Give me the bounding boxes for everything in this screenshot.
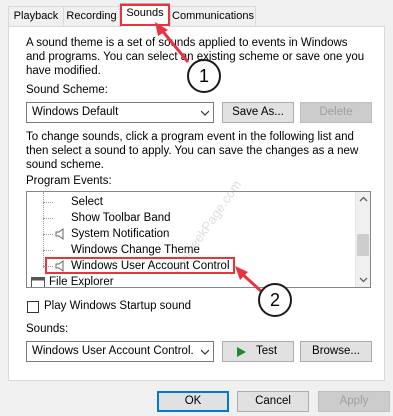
apply-button[interactable]: Apply [318,391,390,412]
sound-scheme-value: Windows Default [32,106,119,118]
tree-line [43,250,53,251]
play-icon [237,347,246,357]
scroll-down-icon[interactable] [359,275,368,284]
chevron-down-icon [201,110,209,116]
tree-line [43,234,53,235]
tab-communications[interactable]: Communications [170,6,256,26]
list-item-label: File Explorer [49,276,114,288]
list-item-label: Show Toolbar Band [71,212,171,224]
chevron-down-icon [201,349,209,355]
list-item-group[interactable]: File Explorer [27,274,355,288]
list-item-label: Select [71,196,103,208]
highlight-box-uac [45,257,235,274]
change-text-line: then select a sound to apply. You can sa… [26,145,359,158]
list-item-label: System Notification [71,228,170,240]
change-text-line: sound scheme. [26,159,104,172]
program-events-label: Program Events: [26,175,112,187]
sounds-value: Windows User Account Control. [32,345,194,357]
intro-text-line: A sound theme is a set of sounds applied… [26,37,348,49]
list-item[interactable]: Select [27,194,355,210]
browse-button[interactable]: Browse... [300,341,372,362]
sounds-select[interactable]: Windows User Account Control. [26,341,214,362]
startup-sound-checkbox[interactable] [27,301,39,313]
tab-playback[interactable]: Playback [8,6,64,26]
change-sounds-text: To change sounds, click a program event … [26,130,358,173]
tree-line [43,202,53,203]
test-button[interactable]: Test [222,341,294,362]
list-item[interactable]: Show Toolbar Band [27,210,355,226]
sounds-label: Sounds: [26,323,69,335]
speaker-icon [55,228,64,240]
callout-1: 1 [187,59,221,93]
highlight-box-sounds-tab [120,4,170,26]
delete-button[interactable]: Delete [300,102,372,123]
change-text-line: To change sounds, click a program event … [26,131,354,143]
ok-button[interactable]: OK [157,391,229,412]
cancel-button[interactable]: Cancel [237,391,309,412]
file-explorer-icon [31,277,45,287]
list-scrollbar[interactable] [355,192,370,287]
save-as-button[interactable]: Save As... [222,102,294,123]
callout-2: 2 [258,283,292,317]
sound-scheme-select[interactable]: Windows Default [26,102,214,123]
tree-line [43,218,53,219]
scrollbar-thumb[interactable] [357,234,369,256]
test-button-label: Test [256,345,278,357]
tab-recording[interactable]: Recording [63,6,120,26]
sound-scheme-label: Sound Scheme: [26,84,108,96]
startup-sound-label[interactable]: Play Windows Startup sound [44,300,191,312]
scroll-up-icon[interactable] [359,195,368,204]
